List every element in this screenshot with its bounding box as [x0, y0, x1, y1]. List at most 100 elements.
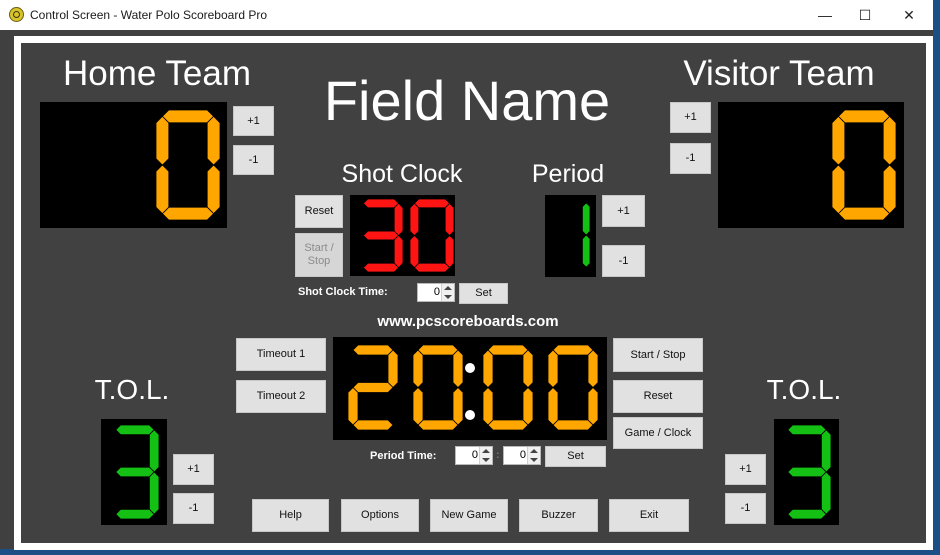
- game-clock-digit-0-segment-g: [352, 382, 394, 393]
- game-clock-digit-3-segment-a: [552, 344, 594, 356]
- shot-clock-digits-digit-1-segment-a: [413, 198, 451, 209]
- buzzer-button[interactable]: Buzzer: [519, 499, 598, 532]
- home-tol-digits-digit-0-segment-b: [149, 429, 160, 473]
- period-time-set-button[interactable]: Set: [545, 446, 606, 467]
- visitor-tol-digits-digit-0-segment-b: [821, 429, 832, 473]
- home-team-label: Home Team: [62, 54, 252, 93]
- spinner-down-icon[interactable]: [482, 458, 490, 462]
- home-plus-one-button[interactable]: +1: [233, 106, 274, 136]
- visitor-score-digits-digit-0-segment-f: [831, 115, 846, 166]
- game-clock-digit-0-segment-d: [352, 419, 394, 431]
- visitor-tol-minus-one-button[interactable]: -1: [725, 493, 766, 524]
- spinner-up-icon[interactable]: [482, 449, 490, 453]
- title-bar: Control Screen - Water Polo Scoreboard P…: [0, 0, 933, 30]
- home-tol-digits-digit-0-segment-d: [115, 509, 155, 520]
- game-clock-digit-1-segment-e: [412, 386, 424, 426]
- timeout-1-button[interactable]: Timeout 1: [236, 338, 326, 371]
- visitor-tol-display: [774, 419, 839, 525]
- shot-clock-digits-digit-1-segment-f: [409, 202, 420, 237]
- period-seconds-value: 0: [519, 449, 526, 461]
- visitor-score-digits-digit-0-segment-e: [831, 164, 846, 215]
- shot-clock-reset-button[interactable]: Reset: [295, 195, 343, 228]
- visitor-tol-digits-digit-0-segment-d: [787, 509, 827, 520]
- shot-clock-digits-digit-0-segment-a: [362, 198, 400, 209]
- clock-reset-button[interactable]: Reset: [613, 380, 703, 413]
- game-clock-digit-2-segment-c: [522, 386, 534, 426]
- spinner-up-icon[interactable]: [444, 286, 452, 290]
- shot-clock-digits-digit-0-segment-d: [362, 262, 400, 273]
- game-clock-digit-2-segment-f: [482, 349, 494, 389]
- spinner-arrows[interactable]: [441, 284, 454, 301]
- visitor-team-label: Visitor Team: [683, 54, 875, 93]
- field-name-title: Field Name: [323, 69, 611, 132]
- shot-clock-start-stop-button[interactable]: Start / Stop: [295, 233, 343, 277]
- visitor-score-digits-digit-0-segment-b: [882, 115, 897, 166]
- clock-start-stop-button[interactable]: Start / Stop: [613, 338, 703, 372]
- period-time-separator: :: [496, 449, 500, 461]
- period-digits-digit-0-segment-b: [582, 202, 591, 236]
- visitor-tol-plus-one-button[interactable]: +1: [725, 454, 766, 485]
- game-clock-digit-2-segment-a: [487, 344, 529, 356]
- home-score-digits-digit-0-segment-e: [155, 164, 170, 215]
- visitor-plus-one-button[interactable]: +1: [670, 102, 711, 133]
- home-tol-label: T.O.L.: [94, 374, 170, 405]
- window-title: Control Screen - Water Polo Scoreboard P…: [30, 8, 267, 22]
- spinner-up-icon[interactable]: [530, 449, 538, 453]
- shot-clock-set-button[interactable]: Set: [459, 283, 508, 304]
- visitor-minus-one-button[interactable]: -1: [670, 143, 711, 174]
- visitor-score-digits-digit-0-segment-a: [837, 109, 891, 124]
- spinner-arrows[interactable]: [527, 447, 540, 464]
- game-clock-digit-3-segment-f: [547, 349, 559, 389]
- period-minutes-spinner[interactable]: 0: [455, 446, 493, 465]
- period-plus-one-button[interactable]: +1: [602, 195, 645, 227]
- home-tol-digits: [115, 424, 160, 520]
- visitor-tol-digits: [787, 424, 832, 520]
- game-clock-digit-2-segment-e: [482, 386, 494, 426]
- game-clock-display: [333, 337, 607, 440]
- water-polo-ball-icon: [9, 7, 24, 22]
- home-score-digits-digit-0-segment-c: [206, 164, 221, 215]
- home-tol-digits-digit-0-segment-g: [115, 466, 155, 478]
- close-button[interactable]: ✕: [886, 0, 932, 30]
- game-clock-digit-1-segment-a: [417, 344, 459, 356]
- visitor-tol-label: T.O.L.: [766, 374, 842, 405]
- home-score-display: [40, 102, 227, 228]
- shot-clock-digits-digit-1-segment-b: [444, 202, 455, 237]
- period-digits-digit-0-segment-c: [582, 234, 591, 268]
- game-clock-mode-button[interactable]: Game / Clock: [613, 417, 703, 449]
- shot-clock-digits: [362, 198, 455, 273]
- options-button[interactable]: Options: [341, 499, 419, 532]
- home-score-digits-digit-0-segment-f: [155, 115, 170, 166]
- home-tol-digits-digit-0-segment-c: [149, 471, 160, 515]
- game-clock-digit-3-segment-b: [587, 349, 599, 389]
- new-game-button[interactable]: New Game: [430, 499, 508, 532]
- home-minus-one-button[interactable]: -1: [233, 145, 274, 175]
- shot-clock-time-spinner[interactable]: 0: [417, 283, 455, 302]
- timeout-2-button[interactable]: Timeout 2: [236, 380, 326, 413]
- period-minus-one-button[interactable]: -1: [602, 245, 645, 277]
- shot-clock-digits-digit-1-segment-e: [409, 234, 420, 269]
- home-tol-digits-digit-0-segment-a: [115, 424, 155, 436]
- visitor-tol-digits-digit-0-segment-a: [787, 424, 827, 436]
- home-tol-plus-one-button[interactable]: +1: [173, 454, 214, 485]
- maximize-button[interactable]: ☐: [842, 0, 888, 30]
- home-score-digits: [155, 109, 221, 221]
- period-display: [545, 195, 596, 277]
- spinner-down-icon[interactable]: [444, 295, 452, 299]
- exit-button[interactable]: Exit: [609, 499, 689, 532]
- game-clock-digit-1-segment-d: [417, 419, 459, 431]
- shot-clock-display: [350, 195, 455, 276]
- period-seconds-spinner[interactable]: 0: [503, 446, 541, 465]
- game-clock-digit-1-segment-b: [452, 349, 464, 389]
- shot-clock-time-value: 0: [433, 286, 440, 298]
- home-score-digits-digit-0-segment-d: [161, 206, 215, 221]
- visitor-score-digits-digit-0-segment-d: [837, 206, 891, 221]
- spinner-arrows[interactable]: [479, 447, 492, 464]
- home-tol-minus-one-button[interactable]: -1: [173, 493, 214, 524]
- home-score-digits-digit-0-segment-b: [206, 115, 221, 166]
- spinner-down-icon[interactable]: [530, 458, 538, 462]
- period-time-label: Period Time:: [370, 450, 437, 462]
- game-clock-digits: [347, 344, 599, 431]
- game-clock-digit-0-segment-a: [352, 344, 394, 356]
- help-button[interactable]: Help: [252, 499, 329, 532]
